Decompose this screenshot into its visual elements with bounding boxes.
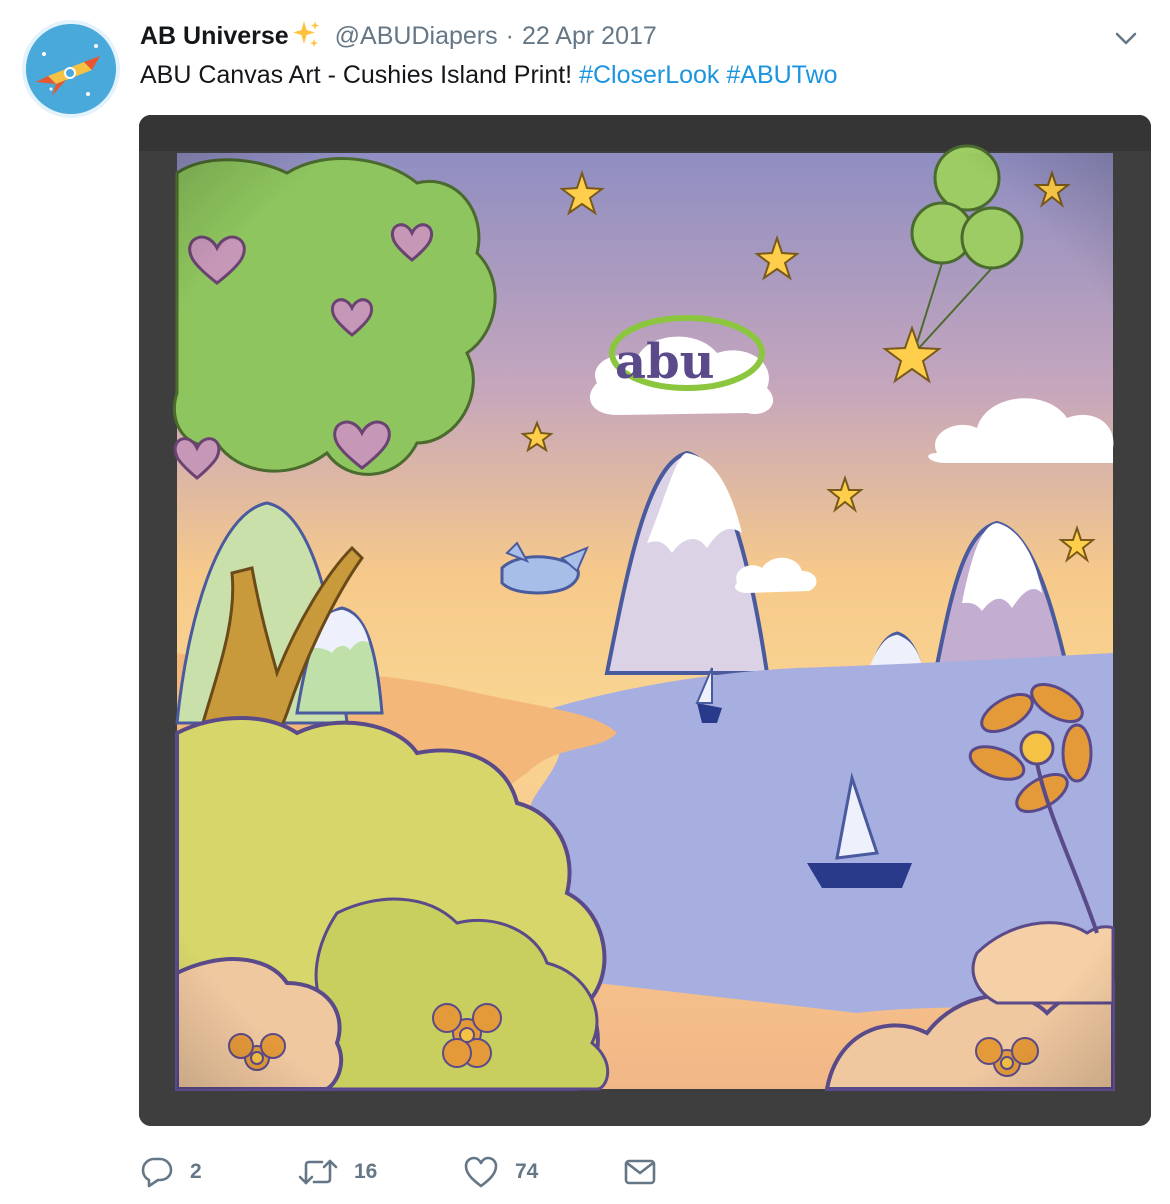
retweet-count: 16 <box>354 1160 378 1183</box>
heart-icon <box>463 1155 499 1189</box>
reply-count: 2 <box>190 1160 202 1183</box>
display-name[interactable]: AB Universe <box>140 22 289 51</box>
sparkle-icon <box>291 19 321 54</box>
tweet-header: AB Universe @ABUDiapers · 22 Apr 2017 <box>140 18 1140 54</box>
direct-message-button[interactable] <box>623 1150 657 1194</box>
canvas-art-illustration: abu <box>139 115 1151 1126</box>
hashtag-closerlook[interactable]: #CloserLook <box>579 61 719 89</box>
rocket-avatar-icon <box>26 24 116 114</box>
hashtag-abutwo[interactable]: #ABUTwo <box>726 61 837 89</box>
retweet-button[interactable]: 16 <box>298 1150 377 1194</box>
reply-icon <box>140 1155 174 1189</box>
reply-button[interactable]: 2 <box>140 1150 202 1194</box>
tweet-text: ABU Canvas Art - Cushies Island Print! #… <box>140 58 838 92</box>
like-count: 74 <box>515 1160 539 1183</box>
like-button[interactable]: 74 <box>463 1150 538 1194</box>
tweet-body: ABU Canvas Art - Cushies Island Print! <box>140 61 580 89</box>
tweet-date[interactable]: 22 Apr 2017 <box>522 22 657 51</box>
envelope-icon <box>623 1155 657 1189</box>
user-handle[interactable]: @ABUDiapers <box>335 22 498 51</box>
avatar[interactable] <box>22 20 120 118</box>
chevron-down-icon[interactable] <box>1112 24 1140 52</box>
separator-dot: · <box>505 21 514 50</box>
retweet-icon <box>298 1155 338 1189</box>
tweet-action-bar: 2 16 74 <box>140 1150 1140 1194</box>
tweet-media-image[interactable]: abu <box>139 115 1151 1126</box>
